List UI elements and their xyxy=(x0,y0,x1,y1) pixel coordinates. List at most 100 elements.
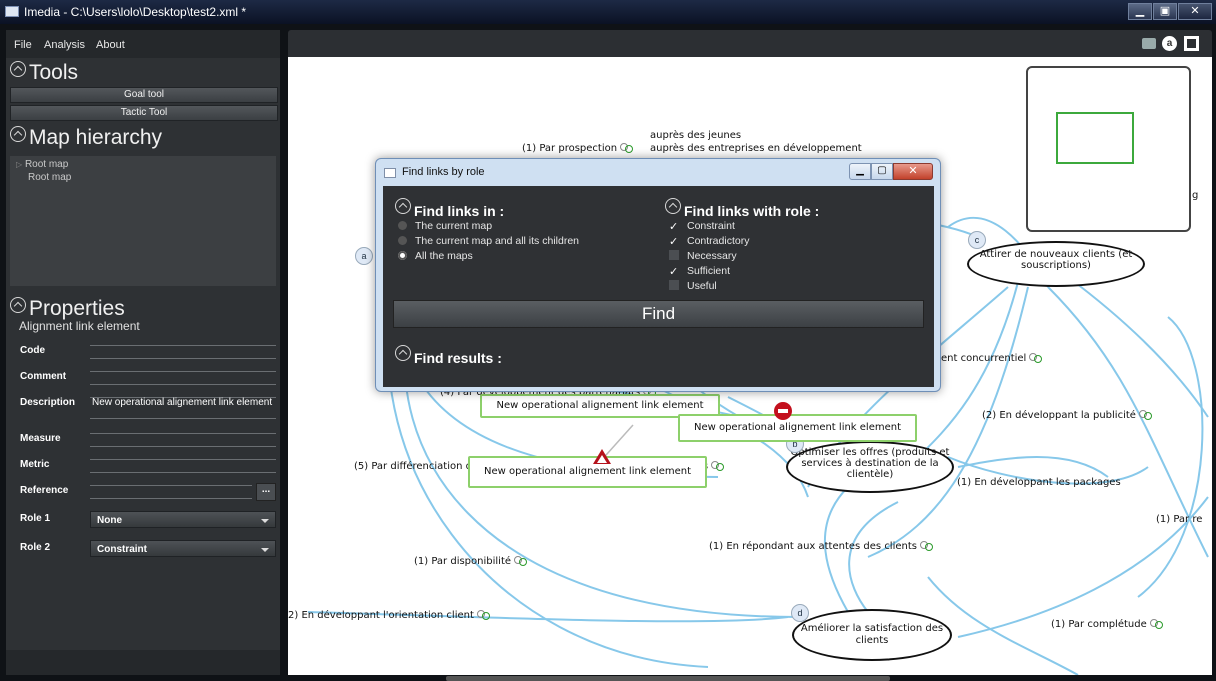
dropdown-arrow-icon xyxy=(261,548,269,552)
map-overview[interactable] xyxy=(1026,66,1191,232)
properties-header[interactable]: Properties xyxy=(10,297,125,321)
alignment-link-box[interactable]: New operational alignement link element xyxy=(468,456,707,488)
find-button[interactable]: Find xyxy=(393,300,924,328)
link-icon xyxy=(1149,619,1163,629)
scope-option[interactable]: All the maps xyxy=(398,250,473,262)
goal-badge-c: c xyxy=(968,231,986,249)
dialog-maximize-button[interactable]: ▢ xyxy=(871,163,893,180)
app-icon xyxy=(5,6,19,17)
comment-row: Comment xyxy=(10,365,276,391)
dialog-minimize-button[interactable]: ▁ xyxy=(849,163,871,180)
code-field[interactable] xyxy=(90,345,276,359)
checkbox-unchecked-icon xyxy=(669,280,679,290)
scope-option[interactable]: The current map and all its children xyxy=(398,235,579,247)
link-icon xyxy=(711,461,725,471)
role-checkbox[interactable]: ✓ Sufficient xyxy=(669,265,730,278)
checkbox-checked-icon: ✓ xyxy=(669,266,679,278)
dialog-body: Find links in : The current map The curr… xyxy=(383,186,934,387)
dialog-close-button[interactable]: ✕ xyxy=(893,163,933,180)
menu-file[interactable]: File xyxy=(14,39,32,51)
reference-row: Reference ... xyxy=(10,479,276,505)
expand-arrow-icon[interactable]: ▷ xyxy=(16,160,22,169)
menu-about[interactable]: About xyxy=(96,39,125,51)
collapse-icon xyxy=(10,61,26,77)
prohibited-icon xyxy=(774,402,792,420)
link-icon xyxy=(476,610,490,620)
goal-tool-button[interactable]: Goal tool xyxy=(10,87,278,103)
status-bar xyxy=(6,650,280,675)
role1-select[interactable]: None xyxy=(90,511,276,528)
collapse-icon[interactable] xyxy=(395,345,411,361)
tree-item[interactable]: ▷ Root map xyxy=(16,159,68,170)
radio-selected-icon xyxy=(398,251,407,260)
link-icon xyxy=(1029,353,1043,363)
link-label: auprès des entreprises en développement xyxy=(650,143,862,154)
map-hierarchy-header[interactable]: Map hierarchy xyxy=(10,126,162,150)
measure-field[interactable] xyxy=(90,433,276,447)
window-title: Imedia - C:\Users\lolo\Desktop\test2.xml… xyxy=(24,5,247,19)
role-header: Find links with role : xyxy=(665,198,819,219)
collapse-icon[interactable] xyxy=(395,198,411,214)
collapse-icon[interactable] xyxy=(665,198,681,214)
role2-select[interactable]: Constraint xyxy=(90,540,276,557)
role1-row: Role 1 None xyxy=(10,507,276,533)
link-icon xyxy=(514,556,528,566)
role-checkbox[interactable]: ✓ Constraint xyxy=(669,220,735,233)
warning-icon-inner xyxy=(597,455,607,463)
minimize-button[interactable]: ▁ xyxy=(1128,3,1152,20)
role-checkbox[interactable]: ✓ Contradictory xyxy=(669,235,749,248)
link-label: (1) En développant les packages xyxy=(957,477,1121,488)
tactic-tool-button[interactable]: Tactic Tool xyxy=(10,105,278,121)
role-checkbox[interactable]: Useful xyxy=(669,280,717,292)
find-in-header: Find links in : xyxy=(395,198,504,219)
goal-node-b[interactable]: Optimiser les offres (produits et servic… xyxy=(786,441,954,493)
description-row: Description New operational alignement li… xyxy=(10,391,276,425)
link-label: g xyxy=(1192,190,1199,201)
alignment-link-box[interactable]: New operational alignement link element xyxy=(678,414,917,442)
dialog-title: Find links by role xyxy=(402,166,485,178)
reference-browse-button[interactable]: ... xyxy=(256,483,276,501)
role2-row: Role 2 Constraint xyxy=(10,536,276,562)
maximize-button[interactable]: ▣ xyxy=(1153,3,1177,20)
tools-header[interactable]: Tools xyxy=(10,61,78,85)
menu-bar: File Analysis About xyxy=(6,30,280,58)
metric-row: Metric xyxy=(10,453,276,479)
goal-node-c[interactable]: Attirer de nouveaux clients (et souscrip… xyxy=(967,241,1145,287)
goal-badge-a: a xyxy=(355,247,373,265)
measure-row: Measure xyxy=(10,427,276,453)
metric-field[interactable] xyxy=(90,459,276,473)
link-label: (1) Par disponibilité xyxy=(414,556,528,567)
scope-option[interactable]: The current map xyxy=(398,220,492,232)
comment-field[interactable] xyxy=(90,371,276,385)
code-row: Code xyxy=(10,339,276,365)
a-toggle-icon[interactable]: a xyxy=(1162,36,1177,51)
fit-icon[interactable] xyxy=(1184,36,1199,51)
link-icon xyxy=(620,143,634,153)
collapse-icon xyxy=(10,297,26,313)
role-checkbox[interactable]: Necessary xyxy=(669,250,737,262)
window-title-bar: Imedia - C:\Users\lolo\Desktop\test2.xml… xyxy=(0,0,1216,24)
description-field[interactable]: New operational alignement link element xyxy=(90,397,276,419)
checkbox-unchecked-icon xyxy=(669,250,679,260)
radio-icon xyxy=(398,221,407,230)
link-label: ent concurrentiel xyxy=(941,353,1043,364)
properties-subtitle: Alignment link element xyxy=(19,319,140,333)
radio-icon xyxy=(398,236,407,245)
dropdown-arrow-icon xyxy=(261,519,269,523)
reference-field[interactable] xyxy=(90,485,252,499)
dialog-app-icon xyxy=(384,168,396,178)
goal-badge-d: d xyxy=(791,604,809,622)
find-results-header: Find results : xyxy=(395,345,502,366)
camera-icon[interactable] xyxy=(1142,38,1156,49)
goal-node-d[interactable]: Améliorer la satisfaction des clients xyxy=(792,609,952,661)
menu-analysis[interactable]: Analysis xyxy=(44,39,85,51)
map-hierarchy-tree: ▷ Root map Root map xyxy=(10,156,276,286)
find-links-dialog: Find links by role ▁ ▢ ✕ Find links in :… xyxy=(375,158,941,392)
link-icon xyxy=(1138,410,1152,420)
link-label: (1) Par prospection xyxy=(522,143,634,154)
canvas-toolbar: a xyxy=(288,30,1212,57)
tree-item[interactable]: Root map xyxy=(28,172,71,183)
horizontal-scrollbar[interactable] xyxy=(446,676,890,681)
overview-viewport[interactable] xyxy=(1056,112,1134,164)
close-button[interactable]: ✕ xyxy=(1178,3,1212,20)
